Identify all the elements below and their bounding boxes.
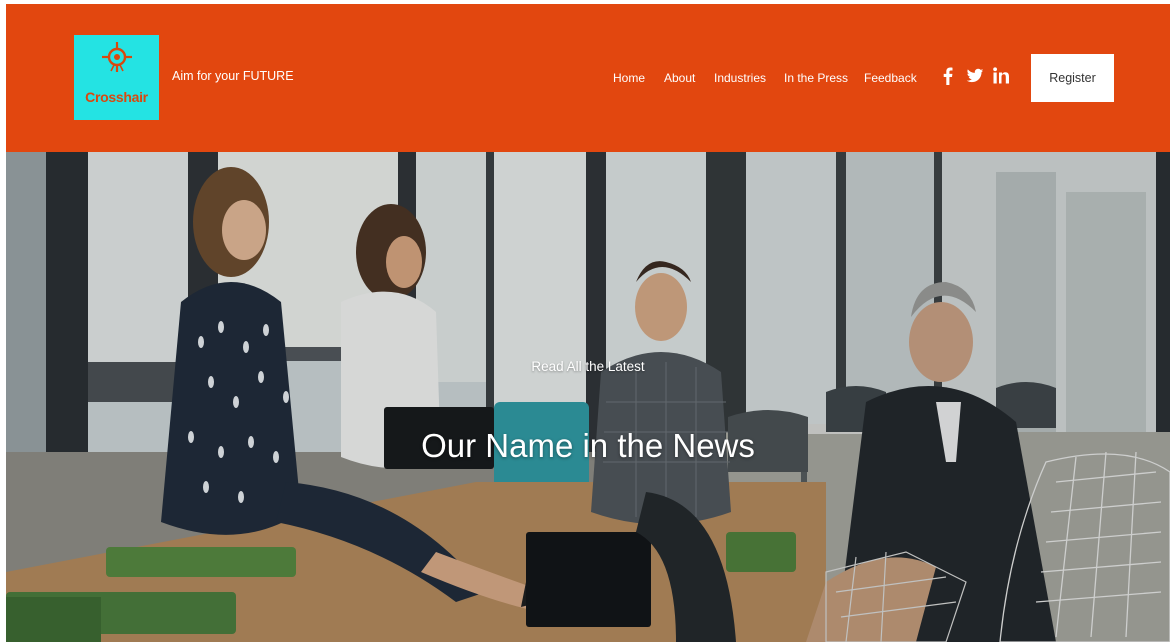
site-tagline: Aim for your FUTURE bbox=[172, 69, 294, 83]
logo[interactable]: Crosshair bbox=[74, 35, 159, 120]
linkedin-icon[interactable] bbox=[993, 67, 1009, 87]
hero-eyebrow: Read All the Latest bbox=[531, 359, 645, 374]
nav-home[interactable]: Home bbox=[613, 71, 645, 85]
register-button[interactable]: Register bbox=[1031, 54, 1114, 102]
logo-name: Crosshair bbox=[85, 89, 148, 105]
nav-industries[interactable]: Industries bbox=[714, 71, 766, 85]
hero-title: Our Name in the News bbox=[421, 427, 755, 464]
nav-in-the-press[interactable]: In the Press bbox=[784, 71, 848, 85]
twitter-icon[interactable] bbox=[966, 67, 984, 87]
hero-overlay bbox=[6, 152, 1170, 642]
nav-feedback[interactable]: Feedback bbox=[864, 71, 917, 85]
crosshair-logo-icon bbox=[102, 42, 132, 72]
site-header: Crosshair Aim for your FUTURE Home About… bbox=[6, 4, 1170, 152]
nav-about[interactable]: About bbox=[664, 71, 695, 85]
facebook-icon[interactable] bbox=[943, 67, 953, 87]
hero-section: Read All the Latest Our Name in the News bbox=[6, 152, 1170, 642]
page-frame: Crosshair Aim for your FUTURE Home About… bbox=[6, 4, 1170, 642]
